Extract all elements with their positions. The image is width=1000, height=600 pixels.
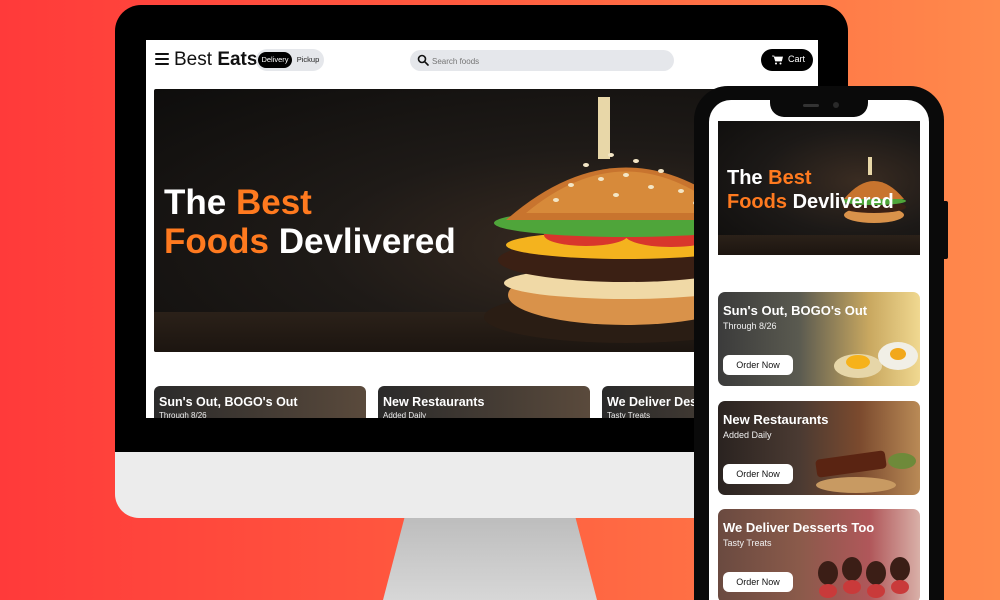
search-icon: [417, 54, 429, 66]
phone-hero-banner: The Best Foods Devlivered: [718, 121, 920, 255]
promo-title: We Deliver Des: [607, 395, 698, 409]
hero-line2-accent: Foods: [164, 222, 269, 261]
promo-subtitle: Through 8/26: [723, 321, 777, 331]
hero-title: The Best Foods Devlivered: [164, 183, 456, 261]
phone-side-button: [944, 201, 948, 259]
delivery-option[interactable]: Delivery: [258, 52, 292, 68]
brand-bold: Eats: [217, 49, 258, 70]
phone-hero-line-1: The Best: [727, 166, 894, 190]
phone-speaker: [803, 104, 819, 107]
pickup-option[interactable]: Pickup: [294, 52, 322, 68]
promo-subtitle: Added Daily: [723, 430, 772, 440]
promo-title: Sun's Out, BOGO's Out: [723, 303, 868, 318]
hero-line2-plain: Devlivered: [792, 191, 894, 213]
brand-logo[interactable]: Best Eats: [174, 49, 257, 71]
hero-line2-plain: Devlivered: [278, 222, 456, 261]
promo-card-new-restaurants-desktop[interactable]: New Restaurants Added Daily: [378, 386, 590, 418]
hero-line1-plain: The: [164, 183, 227, 222]
monitor-stand: [383, 518, 597, 600]
order-now-button[interactable]: Order Now: [723, 355, 793, 375]
promo-card-bogo-desktop[interactable]: Sun's Out, BOGO's Out Through 8/26: [154, 386, 366, 418]
hero-title-line-2: Foods Devlivered: [164, 222, 456, 261]
search-bar: [410, 50, 674, 71]
promo-subtitle: Added Daily: [383, 411, 427, 418]
cart-icon: [772, 55, 783, 65]
phone-hero-line-2: Foods Devlivered: [727, 190, 894, 214]
cart-button[interactable]: Cart: [761, 49, 813, 71]
promo-subtitle: Through 8/26: [159, 411, 207, 418]
navbar: Best Eats Delivery Pickup Cart: [146, 40, 818, 82]
search-input[interactable]: [430, 52, 670, 70]
hero-line1-plain: The: [727, 167, 763, 189]
promo-subtitle: Tasty Treats: [607, 411, 651, 418]
promo-title: Sun's Out, BOGO's Out: [159, 395, 298, 409]
promo-card-bogo[interactable]: Sun's Out, BOGO's Out Through 8/26 Order…: [718, 292, 920, 386]
order-now-button[interactable]: Order Now: [723, 464, 793, 484]
hero-line1-accent: Best: [768, 167, 812, 189]
cart-label: Cart: [788, 54, 806, 64]
phone-frame: The Best Foods Devlivered Sun's Out, BOG…: [694, 86, 948, 600]
delivery-pickup-toggle: Delivery Pickup: [256, 49, 324, 71]
hero-line2-accent: Foods: [727, 191, 787, 213]
promo-title: New Restaurants: [383, 395, 485, 409]
phone-camera: [833, 102, 839, 108]
phone-hero-table: [718, 235, 920, 255]
phone-notch: [770, 100, 868, 117]
order-now-button[interactable]: Order Now: [723, 572, 793, 592]
promo-card-new-restaurants[interactable]: New Restaurants Added Daily Order Now: [718, 401, 920, 495]
promo-title: We Deliver Desserts Too: [723, 520, 875, 535]
promo-food-image: [818, 557, 910, 598]
promo-card-desserts[interactable]: We Deliver Desserts Too Tasty Treats Ord…: [718, 509, 920, 600]
hero-title-line-1: The Best: [164, 183, 456, 222]
phone-hero-title: The Best Foods Devlivered: [727, 166, 894, 214]
promo-subtitle: Tasty Treats: [723, 538, 772, 548]
promo-food-image: [815, 450, 916, 493]
promo-title: New Restaurants: [723, 412, 829, 427]
promo-food-image: [834, 342, 918, 378]
menu-icon[interactable]: [155, 53, 169, 65]
brand-prefix: Best: [174, 49, 213, 70]
phone-screen: The Best Foods Devlivered Sun's Out, BOG…: [709, 100, 929, 600]
hero-line1-accent: Best: [235, 183, 312, 222]
